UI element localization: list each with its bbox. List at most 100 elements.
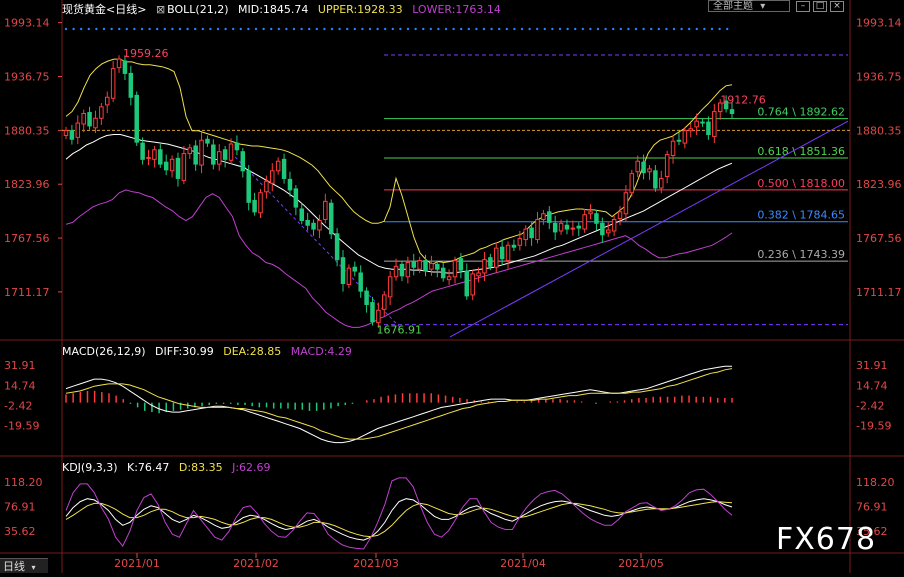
candle-body — [163, 161, 169, 171]
candle-body — [252, 199, 257, 213]
marker-dot — [604, 27, 607, 31]
candle-body — [647, 168, 652, 173]
candle-body — [629, 173, 635, 194]
x-tick-label: 2021/03 — [353, 557, 399, 570]
candle-body — [393, 265, 399, 278]
candle-body — [470, 273, 475, 296]
marker-dot — [308, 27, 311, 31]
candle-body — [429, 262, 434, 270]
candle-body — [258, 192, 263, 214]
boll-upper: UPPER:1928.33 — [317, 3, 403, 16]
candle-body — [128, 72, 134, 98]
minimize-button[interactable]: – — [796, 1, 810, 12]
candle-body — [641, 161, 646, 174]
candle-body — [358, 272, 363, 292]
candle-body — [228, 143, 234, 161]
candle-body — [706, 121, 711, 136]
candle-body — [423, 260, 428, 272]
marker-dot — [140, 27, 144, 31]
boll-label[interactable]: BOLL(21,2) — [167, 3, 228, 16]
watermark-logo: FX678 — [776, 522, 876, 557]
kdj-label[interactable]: KDJ(9,3,3) — [62, 461, 118, 474]
candle-body — [340, 257, 346, 284]
candle-body — [328, 202, 334, 235]
marker-dot — [338, 27, 341, 31]
candle-body — [275, 160, 281, 172]
candle-body — [417, 260, 422, 270]
period-label[interactable]: <日线> — [106, 3, 146, 16]
marker-dot — [558, 27, 562, 31]
marker-dot — [64, 27, 68, 31]
period-tab[interactable]: 日线 ▾ — [0, 558, 48, 573]
close-button[interactable]: × — [830, 1, 844, 12]
candle-body — [676, 139, 682, 142]
candle-body — [346, 267, 352, 285]
macd-label[interactable]: MACD(26,12,9) — [62, 345, 146, 358]
candle-body — [299, 208, 305, 221]
marker-dot — [627, 27, 630, 31]
marker-dot — [498, 27, 501, 31]
candle-body — [529, 227, 534, 239]
chart-canvas: 1993.14 1993.14 1936.75 1936.75 1880.35 1880.… — [0, 0, 904, 573]
fib-level-label: 0.764 \ 1892.62 — [757, 106, 845, 119]
candle-body — [440, 267, 446, 279]
marker-dot — [718, 27, 721, 31]
marker-dot — [87, 27, 91, 31]
boll-lower: LOWER:1763.14 — [412, 3, 501, 16]
candle-body — [93, 117, 98, 129]
candle-body — [458, 258, 464, 271]
marker-dot — [703, 27, 706, 31]
marker-dot — [254, 27, 258, 31]
candle-body — [187, 147, 193, 155]
marker-dot — [384, 27, 387, 31]
marker-dot — [437, 27, 440, 31]
marker-dot — [270, 27, 273, 31]
candle-body — [63, 130, 69, 136]
candle-body — [635, 160, 640, 173]
x-tick-label: 2021/04 — [500, 557, 546, 570]
candle-body — [370, 302, 375, 323]
candle-body — [600, 222, 605, 236]
candle-body — [122, 60, 128, 74]
candle-body — [552, 222, 558, 233]
chevron-down-icon: ▾ — [760, 1, 766, 12]
marker-dot — [726, 27, 729, 31]
fib-level-label: 0.236 \ 1743.39 — [757, 248, 845, 261]
instrument-name[interactable]: 现货黄金 — [62, 3, 106, 16]
marker-dot — [216, 27, 220, 31]
marker-dot — [490, 27, 493, 31]
marker-dot — [376, 27, 379, 31]
marker-dot — [224, 27, 227, 31]
macd-y-tick-right: -2.42 — [856, 399, 884, 412]
kdj-header: KDJ(9,3,3) K:76.47 D:83.35 J:62.69 — [62, 461, 277, 474]
candle-body — [140, 142, 145, 160]
candle-body — [653, 170, 658, 189]
kdj-j: J:62.69 — [232, 461, 271, 474]
candle-body — [323, 200, 328, 220]
maximize-button[interactable]: □ — [813, 1, 827, 12]
candle-body — [169, 158, 175, 172]
candle-body — [199, 139, 204, 166]
candle-body — [688, 128, 693, 132]
marker-dot — [513, 27, 516, 31]
candle-body — [87, 112, 92, 127]
candle-body — [69, 130, 75, 140]
theme-selector[interactable]: 全部主题 ▾ — [708, 0, 790, 12]
candle-body — [488, 257, 493, 267]
trendline-down — [230, 152, 403, 330]
marker-dot — [612, 27, 615, 31]
candle-body — [399, 263, 405, 277]
candle-body — [712, 111, 717, 137]
candle-body — [700, 121, 705, 124]
kdj-d-line — [65, 501, 733, 538]
candle-body — [352, 266, 358, 272]
marker-dot — [353, 27, 356, 31]
y-tick-label-left: 1767.56 — [4, 232, 50, 245]
candle-body — [694, 120, 699, 128]
marker-dot — [528, 27, 531, 31]
marker-dot — [171, 27, 174, 31]
indicator-icon[interactable]: ⊠ — [156, 3, 165, 16]
candle-body — [305, 219, 310, 226]
candle-body — [623, 192, 629, 215]
candle-body — [446, 276, 452, 281]
